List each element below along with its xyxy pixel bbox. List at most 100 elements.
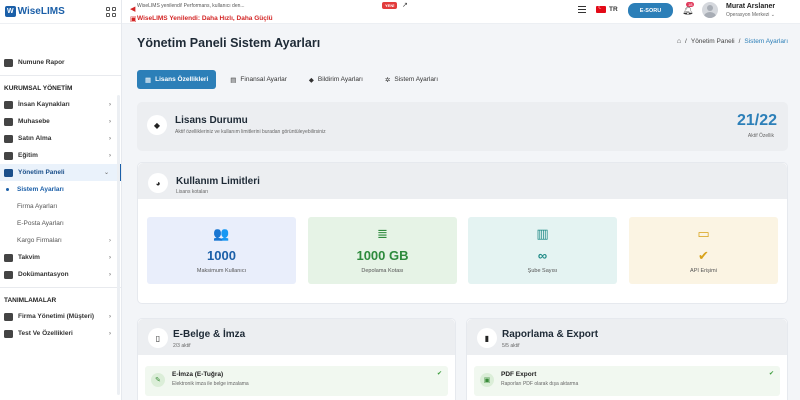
tab-lisans-ozellikleri[interactable]: ▦ Lisans Özellikleri: [137, 70, 217, 89]
dashboard-icon: [4, 168, 13, 177]
sidebar-item-yonetim-paneli[interactable]: Yönetim Paneli ⌄: [0, 164, 121, 181]
sidebar-item-satin-alma[interactable]: Satın Alma ›: [0, 130, 121, 147]
sidebar-item-firma-yonetimi[interactable]: Firma Yönetimi (Müşteri) ›: [0, 308, 121, 325]
sidebar-subitem-kargo-firmalari[interactable]: Kargo Firmaları ›: [0, 232, 121, 249]
sidebar-item-egitim[interactable]: Eğitim ›: [0, 147, 121, 164]
external-link-icon[interactable]: ↗: [402, 1, 408, 9]
page-title: Yönetim Paneli Sistem Ayarları: [137, 36, 321, 50]
sidebar-item-insan-kaynaklari[interactable]: İnsan Kaynakları ›: [0, 96, 121, 113]
building-icon: [4, 312, 13, 321]
sidebar-subitem-firma-ayarlari[interactable]: Firma Ayarları: [0, 198, 121, 215]
tile-value: 1000: [207, 248, 236, 263]
feature-title: PDF Export: [501, 371, 537, 378]
license-icon: ▦: [145, 76, 152, 84]
sidebar-subitem-label: Kargo Firmaları: [17, 237, 62, 244]
sidebar-item-label: Dokümantasyon: [18, 271, 69, 278]
tile-label: Şube Sayısı: [527, 268, 558, 274]
sidebar-item-takvim[interactable]: Takvim ›: [0, 249, 121, 266]
logo-mark: W: [5, 6, 16, 17]
flask-icon: [4, 329, 13, 338]
sidebar-item-label: Yönetim Paneli: [18, 169, 65, 176]
sidebar-item-label: İnsan Kaynakları: [18, 101, 70, 108]
signature-doc-icon: ▯: [148, 328, 168, 348]
announcement[interactable]: ◀ WiseLIMS yenilendi! Performans, kullan…: [130, 3, 400, 23]
sidebar-item-numune-rapor[interactable]: Numune Rapor: [0, 54, 121, 71]
feature-pdf-export: ▣ PDF Export Raporları PDF olarak dışa a…: [474, 366, 780, 396]
license-subtitle: Aktif özellikleriniz ve kullanım limitle…: [175, 129, 326, 135]
tile-value: ∞: [537, 248, 548, 263]
notification-icon: ◆: [308, 76, 314, 84]
breadcrumb-separator: /: [685, 38, 687, 45]
check-circle-icon: ✔: [768, 371, 774, 377]
check-circle-icon: ✔: [436, 371, 442, 377]
chevron-right-icon: ›: [109, 330, 111, 337]
chevron-right-icon: ›: [109, 118, 111, 125]
esoru-button[interactable]: E-SORU: [628, 3, 673, 18]
sidebar-item-label: Eğitim: [18, 152, 38, 159]
megaphone-icon: ◀: [130, 6, 136, 13]
chevron-right-icon: ›: [108, 237, 111, 244]
tab-finansal-ayarlar[interactable]: ▤ Finansal Ayarlar: [222, 70, 295, 89]
language-selector[interactable]: TR: [609, 6, 618, 13]
announcement-preview: WiseLIMS yenilendi! Performans, kullanıc…: [137, 3, 245, 9]
ebelge-header: ▯ E-Belge & İmza 2/3 aktif: [138, 319, 455, 355]
apps-grid-icon[interactable]: [106, 6, 116, 17]
bar-chart-icon: ▮: [477, 328, 497, 348]
graduation-icon: [4, 151, 13, 160]
sidebar-item-muhasebe[interactable]: Muhasebe ›: [0, 113, 121, 130]
breadcrumb-current: Sistem Ayarları: [744, 38, 788, 45]
database-icon: ≣: [377, 226, 388, 241]
hamburger-menu-icon[interactable]: [578, 6, 586, 13]
tile-label: Depolama Kotası: [361, 268, 404, 274]
tab-label: Bildirim Ayarları: [317, 76, 363, 83]
active-feature-label: Aktif Özellik: [747, 133, 774, 139]
breadcrumb: ⌂ / Yönetim Paneli / Sistem Ayarları: [677, 38, 788, 45]
feature-description: Raporları PDF olarak dışa aktarma: [501, 381, 579, 387]
user-name[interactable]: Murat Arslaner: [726, 3, 775, 10]
tile-storage: ≣ 1000 GB Depolama Kotası: [308, 217, 457, 284]
chevron-right-icon: ›: [109, 152, 111, 159]
building-icon: ▥: [536, 226, 549, 241]
brand: W WiseLIMS: [0, 0, 121, 24]
usage-subtitle: Lisans kotaları: [176, 189, 209, 195]
tile-label: API Erişimi: [690, 268, 717, 274]
turkey-flag-icon[interactable]: [596, 4, 606, 13]
cart-icon: [4, 134, 13, 143]
tile-value: 1000 GB: [356, 248, 409, 263]
sidebar: W WiseLIMS Numune Rapor KURUMSAL YÖNETİM…: [0, 0, 122, 400]
code-window-icon: ▭: [697, 226, 710, 241]
sidebar-subitem-eposta-ayarlari[interactable]: E-Posta Ayarları: [0, 215, 121, 232]
chevron-right-icon: ›: [109, 313, 111, 320]
tab-label: Finansal Ayarlar: [240, 76, 287, 83]
chevron-right-icon: ›: [109, 271, 111, 278]
sidebar-scrollbar[interactable]: [117, 95, 120, 395]
sidebar-item-dokumantasyon[interactable]: Dokümantasyon ›: [0, 266, 121, 283]
reporting-subtitle: 5/5 aktif: [502, 343, 520, 349]
tab-sistem-ayarlari[interactable]: ✲ Sistem Ayarları: [377, 70, 446, 89]
finance-icon: ▤: [230, 76, 237, 84]
settings-tabs: ▦ Lisans Özellikleri ▤ Finansal Ayarlar …: [137, 70, 788, 89]
tile-label: Maksimum Kullanıcı: [196, 268, 247, 274]
home-icon[interactable]: ⌂: [677, 38, 681, 45]
breadcrumb-yonetim-paneli[interactable]: Yönetim Paneli: [691, 38, 735, 45]
user-org-dropdown[interactable]: Operasyon Merkezi ⌄: [726, 12, 775, 18]
gift-icon: ▣: [130, 16, 137, 23]
sidebar-item-label: Firma Yönetimi (Müşteri): [18, 313, 95, 320]
chevron-down-icon: ⌄: [103, 170, 109, 176]
pen-icon: ✎: [151, 373, 165, 387]
sidebar-section-kurumsal: KURUMSAL YÖNETİM: [4, 84, 73, 92]
avatar[interactable]: [702, 2, 718, 18]
ebelge-card: ▯ E-Belge & İmza 2/3 aktif ✎ E-İmza (E-T…: [137, 318, 456, 400]
sidebar-item-test-ozellikleri[interactable]: Test Ve Özellikleri ›: [0, 325, 121, 342]
tab-bildirim-ayarlari[interactable]: ◆ Bildirim Ayarları: [301, 70, 371, 89]
document-icon: [4, 270, 13, 279]
reporting-card: ▮ Raporlama & Export 5/5 aktif ▣ PDF Exp…: [466, 318, 788, 400]
feature-description: Elektronik imza ile belge imzalama: [172, 381, 249, 387]
calendar-icon: [4, 253, 13, 262]
ebelge-subtitle: 2/3 aktif: [173, 343, 191, 349]
sidebar-item-label: Takvim: [18, 254, 40, 261]
sidebar-section-tanimlamalar: TANIMLAMALAR: [4, 296, 57, 304]
chevron-right-icon: ›: [109, 101, 111, 108]
ebelge-title: E-Belge & İmza: [173, 329, 246, 340]
sidebar-subitem-sistem-ayarlari[interactable]: Sistem Ayarları: [0, 181, 121, 198]
